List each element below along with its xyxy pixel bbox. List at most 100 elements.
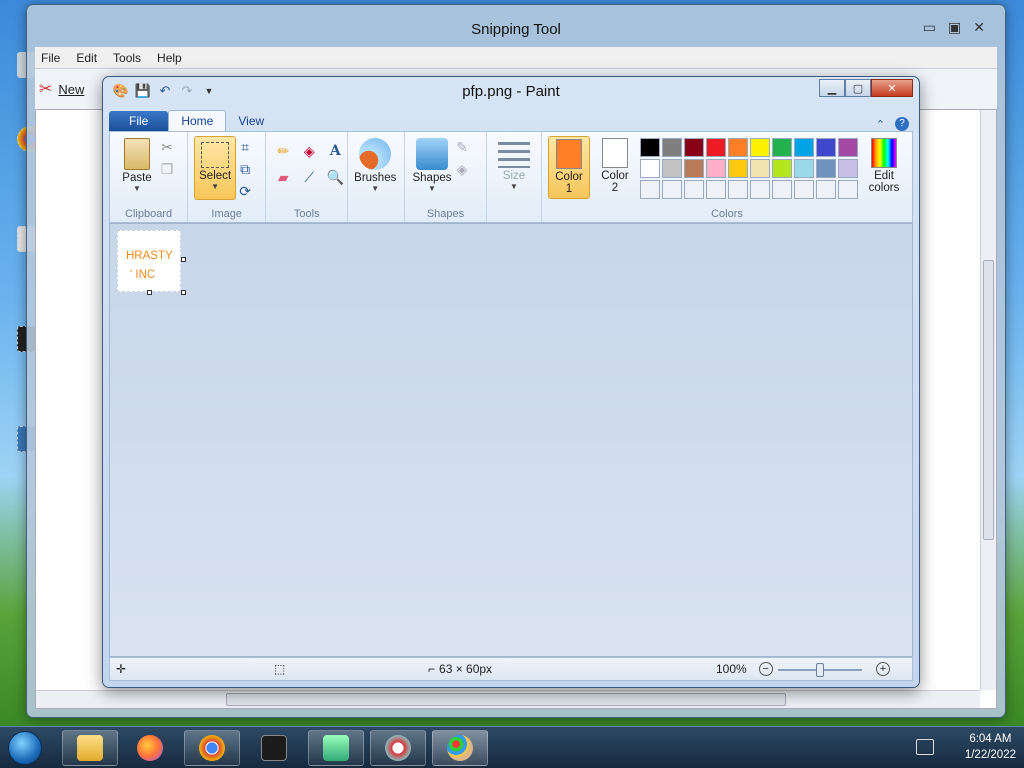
custom-color-slot[interactable] (750, 180, 770, 199)
color-picker-icon[interactable]: ⟋ (298, 166, 320, 188)
shapes-button[interactable]: Shapes ▼ (411, 136, 453, 195)
custom-color-slot[interactable] (728, 180, 748, 199)
menu-tools[interactable]: Tools (113, 51, 141, 65)
custom-color-slot[interactable] (772, 180, 792, 199)
close-icon[interactable]: ✕ (973, 19, 985, 36)
crop-icon[interactable]: ⌗ (236, 138, 254, 156)
paste-button[interactable]: Paste ▼ (116, 136, 158, 195)
color-swatch[interactable] (662, 159, 682, 178)
custom-color-slot[interactable] (838, 180, 858, 199)
vertical-scrollbar[interactable] (980, 110, 996, 690)
color-swatch[interactable] (728, 138, 748, 157)
close-button[interactable]: ✕ (871, 79, 913, 97)
menu-edit[interactable]: Edit (76, 51, 97, 65)
tray-clock[interactable]: 6:04 AM 1/22/2022 (965, 731, 1016, 763)
size-button[interactable]: Size ▼ (493, 136, 535, 193)
color-swatch[interactable] (772, 159, 792, 178)
pencil-icon[interactable]: ✏ (272, 140, 294, 162)
rotate-icon[interactable]: ⟳ (236, 182, 254, 200)
color-swatch[interactable] (684, 138, 704, 157)
resize-handle-bottom[interactable] (147, 290, 152, 295)
resize-handle-right[interactable] (181, 257, 186, 262)
minimize-ribbon-icon[interactable]: ⌃ (876, 118, 885, 131)
zoom-slider-knob[interactable] (816, 663, 824, 677)
taskbar-firefox[interactable] (122, 730, 178, 766)
canvas-area[interactable]: HRASTY ' INC (109, 223, 913, 657)
scrollbar-thumb[interactable] (983, 260, 994, 540)
brush-icon (359, 138, 392, 170)
color2-button[interactable]: Color 2 (594, 136, 636, 199)
magnifier-icon[interactable]: 🔍 (324, 166, 346, 188)
tab-file[interactable]: File (109, 111, 169, 131)
color-swatch[interactable] (816, 138, 836, 157)
maximize-icon[interactable]: ▣ (948, 19, 961, 36)
custom-color-slot[interactable] (684, 180, 704, 199)
color-swatch[interactable] (662, 138, 682, 157)
resize-icon[interactable]: ⧉ (236, 160, 254, 178)
zoom-out-button[interactable]: − (758, 662, 773, 676)
select-button[interactable]: Select ▼ (194, 136, 237, 200)
taskbar-app[interactable] (246, 730, 302, 766)
color-swatch[interactable] (750, 138, 770, 157)
resize-handle-corner[interactable] (181, 290, 186, 295)
scrollbar-thumb[interactable] (226, 693, 786, 706)
custom-color-slot[interactable] (794, 180, 814, 199)
snipping-tool-window-controls: ▭ ▣ ✕ (923, 19, 985, 36)
custom-color-slot[interactable] (706, 180, 726, 199)
minimize-button[interactable]: ▁ (819, 79, 845, 97)
taskbar-network-app[interactable] (308, 730, 364, 766)
custom-color-slot[interactable] (662, 180, 682, 199)
menu-help[interactable]: Help (157, 51, 182, 65)
color-swatch[interactable] (794, 138, 814, 157)
horizontal-scrollbar[interactable] (36, 690, 980, 708)
firefox-icon (137, 735, 163, 761)
color-swatch[interactable] (816, 159, 836, 178)
copy-icon[interactable]: ❐ (158, 160, 176, 178)
size-lines-icon (498, 142, 530, 168)
edit-colors-button[interactable]: Edit colors (862, 136, 906, 199)
eraser-icon[interactable]: ▰ (272, 166, 294, 188)
clipboard-group-label: Clipboard (125, 208, 173, 220)
taskbar-explorer[interactable] (62, 730, 118, 766)
help-icon[interactable]: ? (895, 117, 909, 131)
color1-button[interactable]: Color 1 (548, 136, 590, 199)
fill-icon[interactable]: ◈ (298, 140, 320, 162)
minimize-icon[interactable]: ▭ (923, 19, 936, 36)
taskbar-chrome[interactable] (184, 730, 240, 766)
zoom-in-button[interactable]: + (876, 662, 890, 676)
outline-icon[interactable]: ✎ (453, 138, 471, 156)
status-bar: ✛ ⬚ ⌐ 63 × 60px 100% − + (109, 657, 913, 681)
color-swatch[interactable] (640, 159, 660, 178)
custom-color-slot[interactable] (816, 180, 836, 199)
color-swatch[interactable] (728, 159, 748, 178)
brushes-button[interactable]: Brushes ▼ (354, 136, 396, 195)
color-swatch[interactable] (838, 138, 858, 157)
menu-file[interactable]: File (41, 51, 60, 65)
edit-colors-label: Edit colors (868, 170, 900, 194)
tray-network-icon[interactable] (916, 739, 934, 755)
color-swatch[interactable] (750, 159, 770, 178)
taskbar-paint[interactable] (432, 730, 488, 766)
taskbar-snipping-tool[interactable] (370, 730, 426, 766)
zoom-slider[interactable] (778, 663, 862, 677)
maximize-button[interactable]: ▢ (845, 79, 871, 97)
color-swatch[interactable] (706, 138, 726, 157)
cut-icon[interactable]: ✂ (158, 138, 176, 156)
new-snip-button[interactable]: New (58, 82, 84, 97)
size-group: Size ▼ (487, 132, 542, 222)
color-swatch[interactable] (838, 159, 858, 178)
custom-color-slot[interactable] (640, 180, 660, 199)
color-swatch[interactable] (640, 138, 660, 157)
network-app-icon (323, 735, 349, 761)
color-swatch[interactable] (772, 138, 792, 157)
shape-fill-icon[interactable]: ◈ (453, 160, 471, 178)
color-swatch[interactable] (794, 159, 814, 178)
canvas-image[interactable]: HRASTY ' INC (117, 230, 181, 292)
paint-icon (447, 735, 473, 761)
color-swatch[interactable] (706, 159, 726, 178)
color-swatch[interactable] (684, 159, 704, 178)
text-icon[interactable]: A (324, 140, 346, 162)
tab-home[interactable]: Home (168, 110, 227, 131)
start-button[interactable] (8, 731, 42, 765)
tab-view[interactable]: View (226, 111, 276, 131)
